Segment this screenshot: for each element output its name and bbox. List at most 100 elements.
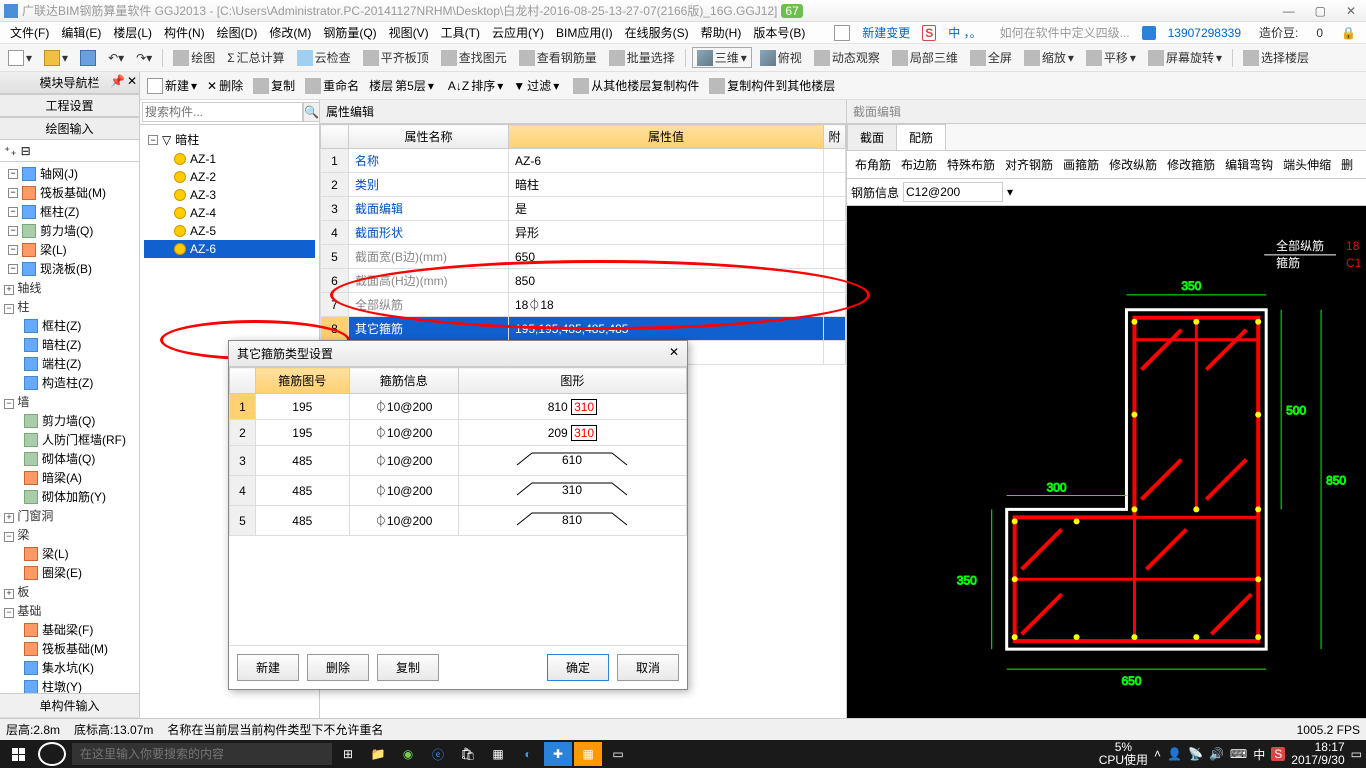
prop-row[interactable]: 3截面编辑是: [321, 197, 846, 221]
section-canvas[interactable]: 350 500 850 300 350 650: [847, 206, 1366, 723]
menu-tools[interactable]: 工具(T): [435, 24, 486, 41]
rt-align[interactable]: 对齐钢筋: [1001, 154, 1057, 175]
cb-new[interactable]: 新建▾: [144, 77, 200, 94]
prop-row[interactable]: 1名称AZ-6: [321, 149, 846, 173]
menu-version[interactable]: 版本号(B): [747, 24, 811, 41]
dialog-cancel-button[interactable]: 取消: [617, 654, 679, 681]
search-input[interactable]: [142, 102, 303, 122]
menu-file[interactable]: 文件(F): [4, 24, 55, 41]
prop-row[interactable]: 7全部纵筋18⏀18: [321, 293, 846, 317]
taskbar-search[interactable]: [72, 743, 332, 765]
stirrup-row[interactable]: 5485⏀10@200810: [230, 506, 687, 536]
open-file-button[interactable]: ▾: [40, 50, 72, 66]
edge-icon[interactable]: ⓔ: [424, 742, 452, 766]
prop-row[interactable]: 6截面高(H边)(mm)850: [321, 269, 846, 293]
cb-copy[interactable]: 复制: [250, 77, 298, 94]
cb-filter[interactable]: ▼ 过滤▾: [510, 77, 562, 94]
select-floor-button[interactable]: 选择楼层: [1239, 49, 1313, 66]
tree-node[interactable]: 构造柱(Z): [0, 373, 139, 392]
tree-node[interactable]: 暗梁(A): [0, 468, 139, 487]
cb-copy-from[interactable]: 从其他楼层复制构件: [570, 77, 702, 94]
menu-rebar[interactable]: 钢筋量(Q): [317, 24, 382, 41]
view-rebar-button[interactable]: 查看钢筋量: [515, 49, 601, 66]
tray-up-icon[interactable]: ˄: [1154, 747, 1161, 761]
tree-cat[interactable]: + 轴线: [0, 278, 139, 297]
tray-sogou-icon[interactable]: S: [1271, 747, 1285, 761]
menu-edit[interactable]: 编辑(E): [55, 24, 107, 41]
tree-node[interactable]: −现浇板(B): [0, 259, 139, 278]
tree-node[interactable]: 端柱(Z): [0, 354, 139, 373]
ctree-root[interactable]: −▽ 暗柱: [144, 129, 315, 150]
prop-row[interactable]: 2类别暗柱: [321, 173, 846, 197]
tree-node[interactable]: 圈梁(E): [0, 563, 139, 582]
expand-icon[interactable]: ⁺₊: [4, 144, 17, 158]
menu-online[interactable]: 在线服务(S): [619, 24, 695, 41]
cb-delete[interactable]: ✕ 删除: [204, 77, 246, 94]
menu-floor[interactable]: 楼层(L): [107, 24, 158, 41]
rt-end[interactable]: 端头伸缩: [1279, 154, 1335, 175]
rt-corner[interactable]: 布角筋: [851, 154, 895, 175]
menu-modify[interactable]: 修改(M): [263, 24, 317, 41]
cortana-icon[interactable]: [38, 742, 66, 766]
stirrup-row[interactable]: 1195⏀10@200810 310: [230, 394, 687, 420]
menu-view[interactable]: 视图(V): [383, 24, 435, 41]
maximize-button[interactable]: ▢: [1309, 4, 1332, 18]
tree-node[interactable]: 暗柱(Z): [0, 335, 139, 354]
section-project[interactable]: 工程设置: [0, 94, 139, 117]
tree-node[interactable]: 柱墩(Y): [0, 677, 139, 693]
tree-cat[interactable]: − 墙: [0, 392, 139, 411]
tray-notification-icon[interactable]: ▭: [1351, 747, 1362, 761]
wechat-icon[interactable]: ◉: [394, 742, 422, 766]
tree-node[interactable]: 梁(L): [0, 544, 139, 563]
app-icon[interactable]: ◐: [514, 742, 542, 766]
dialog-delete-button[interactable]: 删除: [307, 654, 369, 681]
stirrup-row[interactable]: 3485⏀10@200610: [230, 446, 687, 476]
tray-volume-icon[interactable]: 🔊: [1209, 747, 1224, 761]
app-icon[interactable]: ▦: [484, 742, 512, 766]
stirrup-row[interactable]: 2195⏀10@200209 310: [230, 420, 687, 446]
rt-edge[interactable]: 布边筋: [897, 154, 941, 175]
close-button[interactable]: ✕: [1340, 4, 1362, 18]
search-button[interactable]: 🔍: [303, 102, 320, 122]
local-3d-button[interactable]: 局部三维: [888, 49, 962, 66]
redo-button[interactable]: ↷▾: [132, 51, 156, 65]
ctree-item-selected[interactable]: AZ-6: [144, 240, 315, 258]
undo-button[interactable]: ↶▾: [104, 51, 128, 65]
sum-button[interactable]: Σ 汇总计算: [223, 49, 288, 66]
rt-special[interactable]: 特殊布筋: [943, 154, 999, 175]
pan-button[interactable]: 平移▾: [1082, 49, 1140, 66]
stirrup-row[interactable]: 4485⏀10@200310: [230, 476, 687, 506]
cloud-check-button[interactable]: 云检查: [293, 49, 355, 66]
tree-node[interactable]: −梁(L): [0, 240, 139, 259]
rt-stirrup[interactable]: 画箍筋: [1059, 154, 1103, 175]
store-icon[interactable]: 🛍: [454, 742, 482, 766]
single-input-button[interactable]: 单构件输入: [0, 694, 139, 718]
tree-cat[interactable]: − 柱: [0, 297, 139, 316]
prop-row-selected[interactable]: 8其它箍筋195,195,485,485,485: [321, 317, 846, 341]
tree-node[interactable]: 筏板基础(M): [0, 639, 139, 658]
align-top-button[interactable]: 平齐板顶: [359, 49, 433, 66]
dialog-close-icon[interactable]: ✕: [669, 345, 679, 362]
rt-edit-hook[interactable]: 编辑弯钩: [1221, 154, 1277, 175]
tray-keyboard-icon[interactable]: ⌨: [1230, 747, 1247, 761]
cb-copy-to[interactable]: 复制构件到其他楼层: [706, 77, 838, 94]
rotate-button[interactable]: 屏幕旋转▾: [1144, 49, 1226, 66]
rt-del[interactable]: 删: [1337, 154, 1357, 175]
ctree-item[interactable]: AZ-1: [144, 150, 315, 168]
tree-node[interactable]: 砌体加筋(Y): [0, 487, 139, 506]
prop-row[interactable]: 4截面形状异形: [321, 221, 846, 245]
tree-icon[interactable]: ⊟: [21, 144, 31, 158]
new-file-button[interactable]: ▾: [4, 50, 36, 66]
3d-button[interactable]: 三维▾: [692, 47, 752, 68]
save-button[interactable]: [76, 50, 100, 66]
tree-node[interactable]: 基础梁(F): [0, 620, 139, 639]
tree-node[interactable]: 人防门框墙(RF): [0, 430, 139, 449]
task-view-icon[interactable]: ⊞: [334, 742, 362, 766]
new-change-link[interactable]: 新建变更: [856, 24, 916, 41]
menu-bim[interactable]: BIM应用(I): [550, 24, 619, 41]
app-icon[interactable]: ▦: [574, 742, 602, 766]
minimize-button[interactable]: —: [1277, 4, 1301, 18]
tree-node[interactable]: −剪力墙(Q): [0, 221, 139, 240]
tray-people-icon[interactable]: 👤: [1167, 747, 1182, 761]
pin-icon[interactable]: 📌: [110, 74, 125, 88]
